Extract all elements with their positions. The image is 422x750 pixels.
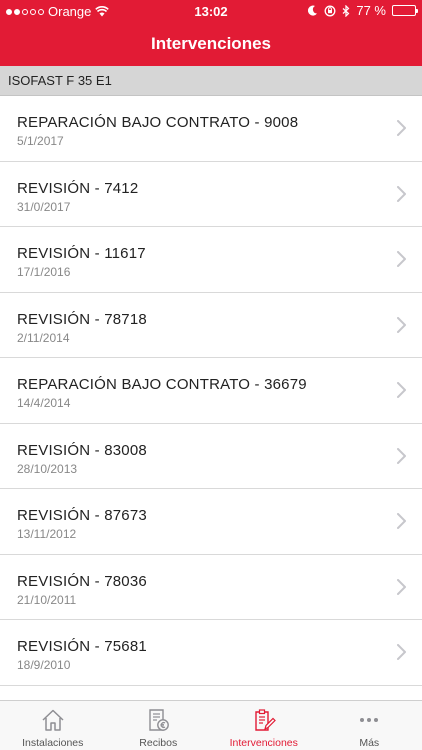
tab-recibos[interactable]: Recibos: [106, 701, 212, 750]
intervention-date: 14/4/2014: [17, 396, 71, 410]
chevron-right-icon: [397, 447, 406, 464]
tab-m-s[interactable]: Más: [317, 701, 422, 750]
intervention-row[interactable]: REVISIÓN - 78036 21/10/2011: [0, 555, 422, 620]
chevron-right-icon: [397, 120, 406, 136]
tab-label: Más: [359, 737, 380, 749]
intervention-title: REVISIÓN - 83008: [17, 441, 147, 459]
rotation-lock-icon: [324, 5, 336, 16]
tab-bar: Instalaciones Recibos Intervenciones Más: [0, 700, 422, 750]
chevron-right-icon: [397, 251, 406, 267]
intervention-row[interactable]: REPARACIÓN BAJO CONTRATO - 9008 5/1/2017: [0, 96, 422, 162]
page-title: Intervenciones: [151, 34, 271, 53]
intervention-date: 5/1/2017: [17, 134, 64, 148]
chevron-right-icon: [397, 382, 406, 398]
moon-icon: [308, 5, 318, 16]
status-bar: Orange 13:02 77 %: [0, 0, 422, 22]
intervention-date: 21/10/2011: [17, 592, 77, 607]
intervention-title: REVISIÓN - 75681: [17, 638, 147, 655]
clipboard-edit-icon: [251, 707, 277, 738]
intervention-title: REPARACIÓN BAJO CONTRATO - 9008: [17, 114, 299, 131]
intervention-title: REVISIÓN - 87673: [17, 507, 147, 524]
intervention-row[interactable]: REVISIÓN - 83008 28/10/2013: [0, 424, 422, 489]
intervention-title: REVISIÓN - 78036: [17, 572, 147, 590]
intervention-row[interactable]: REVISIÓN - 11617 17/1/2016: [0, 227, 422, 293]
chevron-right-icon: [397, 316, 406, 333]
chevron-right-icon: [397, 513, 406, 529]
app-header: Orange 13:02 77 % Intervenciones: [0, 0, 422, 66]
intervention-row[interactable]: REVISIÓN - 75681 18/9/2010: [0, 620, 422, 686]
chevron-right-icon: [397, 644, 406, 660]
intervention-title: REVISIÓN - 7412: [17, 179, 139, 197]
interventions-list: REPARACIÓN BAJO CONTRATO - 9008 5/1/2017 R…: [0, 96, 422, 700]
intervention-date: 28/10/2013: [17, 461, 78, 476]
bluetooth-icon: [342, 4, 350, 17]
intervention-date: 17/1/2016: [17, 265, 71, 279]
tab-label: Instalaciones: [22, 737, 84, 749]
installation-section-header: ISOFAST F 35 E1: [0, 66, 422, 96]
intervention-date: 31/0/2017: [17, 199, 71, 214]
tab-label: Intervenciones: [229, 737, 298, 749]
status-right: 77 %: [308, 3, 418, 18]
intervention-date: 18/9/2010: [17, 658, 71, 672]
intervention-title: REVISIÓN - 78718: [17, 310, 147, 328]
tab-label: Recibos: [139, 737, 178, 749]
more-dots-icon: [356, 707, 382, 738]
intervention-date: 13/11/2012: [17, 527, 77, 541]
intervention-date: 2/11/2014: [17, 330, 70, 345]
intervention-row[interactable]: REVISIÓN - 78718 2/11/2014: [0, 293, 422, 358]
intervention-row[interactable]: REPARACIÓN BAJO CONTRATO - 36679 14/4/201…: [0, 358, 422, 424]
chevron-right-icon: [397, 578, 406, 595]
intervention-title: REVISIÓN - 11617: [17, 245, 146, 262]
intervention-row[interactable]: REVISIÓN - 7412 31/0/2017: [0, 162, 422, 227]
chevron-right-icon: [397, 185, 406, 202]
receipt-euro-icon: [145, 707, 171, 738]
battery-percent: 77 %: [356, 3, 386, 18]
battery-icon: [392, 5, 418, 16]
tab-intervenciones[interactable]: Intervenciones: [211, 701, 317, 750]
tab-instalaciones[interactable]: Instalaciones: [0, 701, 106, 750]
intervention-row[interactable]: REVISIÓN - 87673 13/11/2012: [0, 489, 422, 555]
intervention-title: REPARACIÓN BAJO CONTRATO - 36679: [17, 376, 307, 393]
house-icon: [40, 707, 66, 738]
